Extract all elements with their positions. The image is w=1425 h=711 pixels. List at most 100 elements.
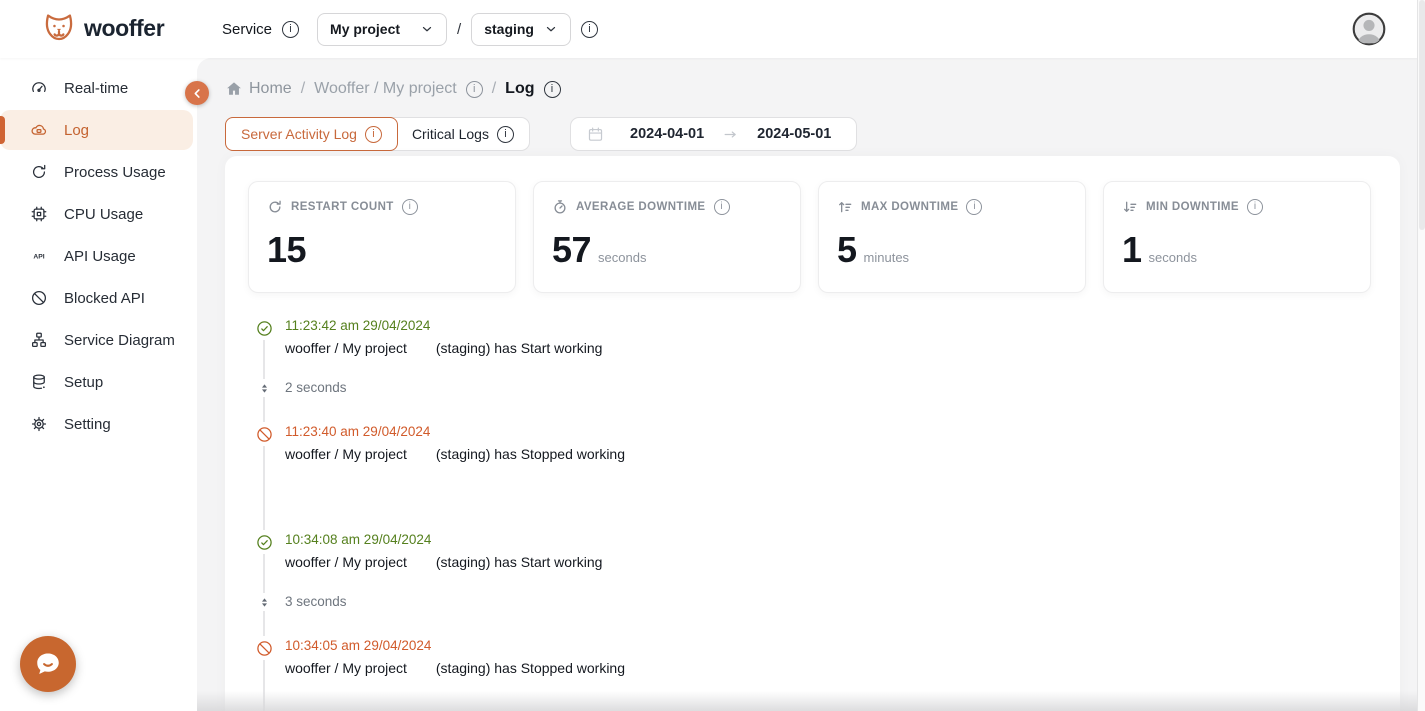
stat-card-average-downtime: AVERAGE DOWNTIME 57 seconds — [533, 181, 801, 293]
svg-text:API: API — [33, 254, 44, 261]
stopwatch-icon — [552, 199, 568, 215]
process-refresh-icon — [30, 163, 48, 181]
environment-info-icon[interactable] — [581, 21, 598, 38]
sidebar-item-real-time[interactable]: Real-time — [0, 68, 193, 108]
stat-value: 15 — [267, 229, 306, 271]
cpu-chip-icon — [30, 205, 48, 223]
stat-info-icon[interactable] — [402, 199, 418, 215]
environment-dropdown[interactable]: staging — [471, 13, 571, 46]
log-message: wooffer / My project (staging) has Stopp… — [285, 660, 625, 676]
log-timestamp: 11:23:40 am 29/04/2024 — [285, 424, 430, 439]
sidebar-collapse-button[interactable] — [185, 81, 209, 105]
date-range-picker[interactable]: 2024-04-01 2024-05-01 — [570, 117, 857, 151]
sidebar-item-label: Setup — [64, 374, 103, 391]
restart-icon — [267, 199, 283, 215]
project-dropdown[interactable]: My project — [317, 13, 447, 46]
stat-value: 5 — [837, 229, 857, 271]
log-timestamp: 11:23:42 am 29/04/2024 — [285, 318, 430, 333]
tab-critical-logs[interactable]: Critical Logs — [397, 118, 529, 150]
stat-info-icon[interactable] — [1247, 199, 1263, 215]
stat-label: MIN DOWNTIME — [1146, 201, 1239, 213]
breadcrumb-home[interactable]: Home — [225, 80, 292, 98]
env-separator: / — [457, 21, 461, 38]
app-header: wooffer Service My project / staging — [0, 0, 1425, 58]
sidebar-item-label: Blocked API — [64, 290, 145, 307]
sidebar-item-cpu-usage[interactable]: CPU Usage — [0, 194, 193, 234]
stat-info-icon[interactable] — [714, 199, 730, 215]
environment-dropdown-value: staging — [484, 21, 534, 37]
gear-icon — [30, 415, 48, 433]
sidebar-item-blocked-api[interactable]: Blocked API — [0, 278, 193, 318]
chevron-down-icon — [544, 22, 558, 36]
calendar-icon — [587, 126, 604, 143]
tab-info-icon[interactable] — [497, 126, 514, 143]
sidebar-item-log[interactable]: Log — [0, 110, 193, 150]
stat-info-icon[interactable] — [966, 199, 982, 215]
brand-logo[interactable]: wooffer — [42, 11, 164, 45]
duration-sort-icon — [255, 593, 273, 611]
bottom-scroll-fade — [197, 691, 1417, 711]
user-avatar[interactable] — [1351, 11, 1387, 47]
sidebar-item-label: Service Diagram — [64, 332, 175, 349]
start-check-icon — [255, 316, 273, 340]
sort-up-icon — [837, 199, 853, 215]
stat-label: MAX DOWNTIME — [861, 201, 958, 213]
date-range-start[interactable]: 2024-04-01 — [630, 126, 704, 142]
log-panel: RESTART COUNT 15 AVERAGE DOWNTIME — [225, 156, 1400, 711]
service-selector-group: Service My project / staging — [222, 0, 598, 58]
stop-slash-icon — [255, 636, 273, 660]
log-message-text: (staging) has Start working — [436, 554, 603, 570]
active-indicator-bar — [0, 116, 5, 144]
log-timestamp: 10:34:08 am 29/04/2024 — [285, 532, 431, 547]
sidebar-item-process-usage[interactable]: Process Usage — [0, 152, 193, 192]
sidebar-item-api-usage[interactable]: API API Usage — [0, 236, 193, 276]
sidebar-item-setup[interactable]: Setup — [0, 362, 193, 402]
stop-slash-icon — [255, 422, 273, 446]
gap-duration: 3 seconds — [285, 594, 347, 609]
log-message: wooffer / My project (staging) has Start… — [285, 340, 602, 356]
tab-server-activity-log[interactable]: Server Activity Log — [225, 117, 398, 151]
database-icon — [30, 373, 48, 391]
duration-sort-icon — [255, 379, 273, 397]
tab-label: Server Activity Log — [241, 126, 357, 142]
stat-value: 57 — [552, 229, 591, 271]
sidebar-item-label: Real-time — [64, 80, 128, 97]
log-cloud-icon — [30, 121, 48, 139]
stat-card-min-downtime: MIN DOWNTIME 1 seconds — [1103, 181, 1371, 293]
brand-name: wooffer — [84, 15, 164, 42]
gap-duration: 2 seconds — [285, 380, 347, 395]
breadcrumb-trail-info-icon[interactable] — [466, 81, 483, 98]
project-dropdown-value: My project — [330, 21, 400, 37]
wooffer-dog-icon — [42, 11, 76, 45]
api-icon: API — [30, 247, 48, 265]
breadcrumb-trail[interactable]: Wooffer / My project — [314, 80, 457, 98]
gauge-icon — [30, 79, 48, 97]
page-scrollbar — [1417, 0, 1425, 711]
chat-widget-button[interactable] — [20, 636, 76, 692]
stat-cards: RESTART COUNT 15 AVERAGE DOWNTIME — [248, 181, 1371, 293]
stat-unit: seconds — [598, 250, 646, 265]
sidebar-item-label: Setting — [64, 416, 111, 433]
sidebar-item-label: Log — [64, 122, 89, 139]
arrow-right-icon — [722, 126, 739, 143]
scrollbar-thumb[interactable] — [1419, 0, 1425, 230]
chat-bubble-icon — [33, 649, 63, 679]
sidebar-nav: Real-time Log Process Usage CPU Usage AP… — [0, 58, 197, 711]
home-icon — [225, 80, 243, 98]
log-tab-group: Server Activity Log Critical Logs — [225, 117, 530, 151]
sidebar-item-setting[interactable]: Setting — [0, 404, 193, 444]
log-timestamp: 10:34:05 am 29/04/2024 — [285, 638, 431, 653]
log-service-name: wooffer / My project — [285, 446, 432, 462]
date-range-end[interactable]: 2024-05-01 — [757, 126, 831, 142]
stat-unit: minutes — [864, 250, 910, 265]
avatar-icon — [1351, 11, 1387, 47]
log-service-name: wooffer / My project — [285, 554, 432, 570]
sidebar-item-service-diagram[interactable]: Service Diagram — [0, 320, 193, 360]
log-message-text: (staging) has Stopped working — [436, 660, 625, 676]
sort-down-icon — [1122, 199, 1138, 215]
service-info-icon[interactable] — [282, 21, 299, 38]
sidebar-item-label: Process Usage — [64, 164, 166, 181]
tab-info-icon[interactable] — [365, 126, 382, 143]
stat-label: AVERAGE DOWNTIME — [576, 201, 706, 213]
breadcrumb-current-info-icon[interactable] — [544, 81, 561, 98]
